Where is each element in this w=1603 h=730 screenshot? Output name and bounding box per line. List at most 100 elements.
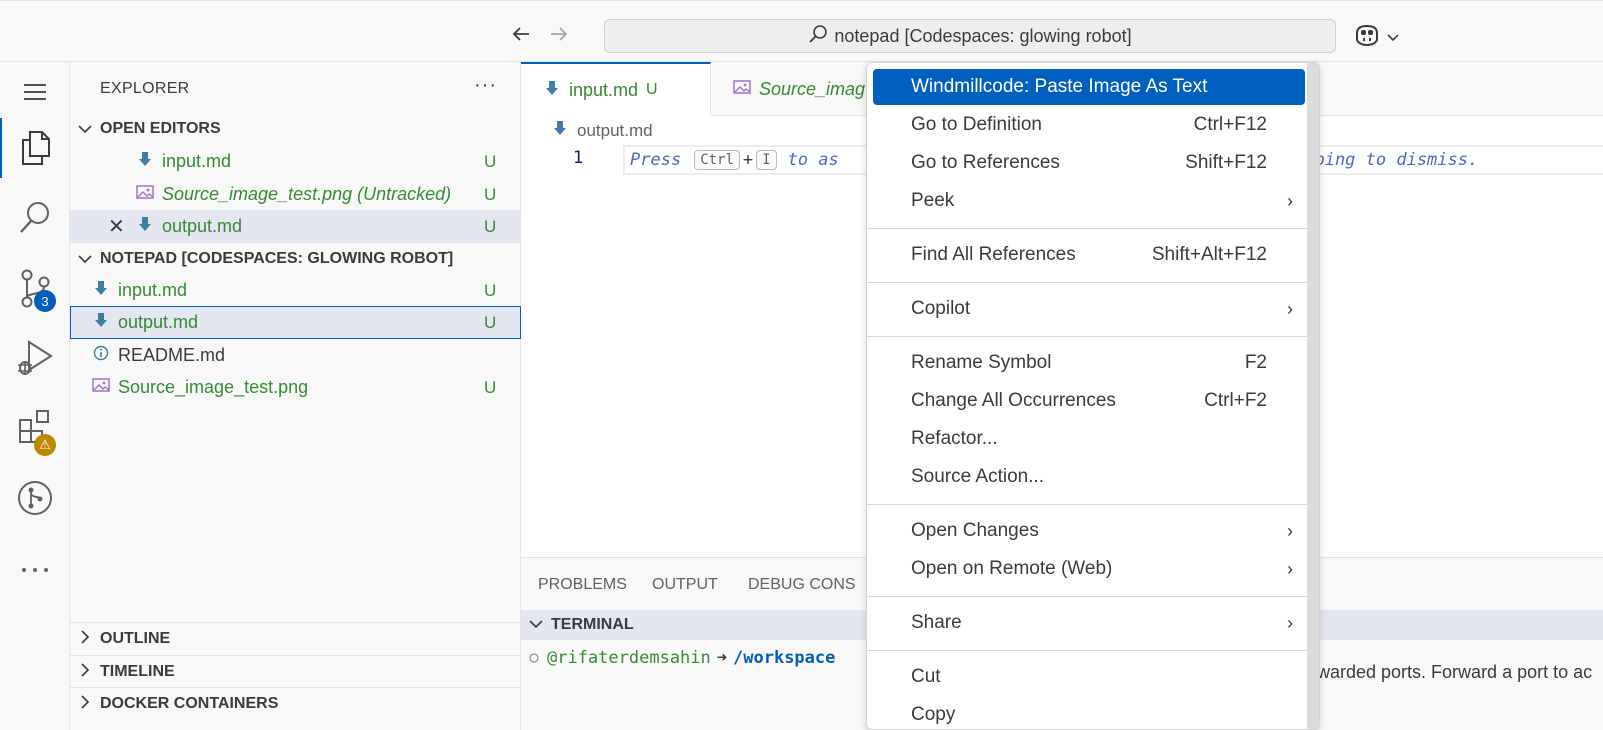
menu-item-cut[interactable]: Cut: [873, 659, 1305, 695]
menu-item-label: Go to References: [911, 152, 1060, 173]
image-file-icon: [92, 377, 110, 398]
menu-item-label: Source Action...: [911, 466, 1045, 487]
search-icon[interactable]: [0, 188, 70, 248]
menu-item-label: Windmillcode: Paste Image As Text: [911, 76, 1208, 97]
open-editors-label: OPEN EDITORS: [100, 120, 221, 137]
tab-debug-console[interactable]: DEBUG CONS: [748, 576, 856, 594]
remote-explorer-icon[interactable]: [0, 468, 70, 528]
workspace-folder-header[interactable]: NOTEPAD [CODESPACES: GLOWING ROBOT]: [70, 243, 521, 275]
chevron-right-icon: ›: [1287, 520, 1293, 541]
run-debug-icon[interactable]: [0, 328, 70, 388]
menu-item-paste-image-as-text[interactable]: Windmillcode: Paste Image As Text: [873, 69, 1305, 105]
close-icon[interactable]: ✕: [108, 214, 136, 239]
tab-output[interactable]: OUTPUT: [652, 576, 718, 594]
breadcrumb-file: output.md: [577, 120, 653, 140]
menu-item-label: Open on Remote (Web): [911, 558, 1113, 579]
explorer-sidebar: EXPLORER ··· OPEN EDITORS input.md U Sou…: [70, 62, 521, 730]
menu-item-shortcut: Shift+Alt+F12: [1151, 244, 1267, 265]
menu-item-share[interactable]: Share ›: [873, 605, 1305, 641]
chevron-right-icon: [70, 629, 100, 648]
menu-item-change-all-occurrences[interactable]: Change All Occurrences Ctrl+F2: [873, 383, 1305, 419]
markdown-file-icon: [543, 80, 561, 101]
outline-label: OUTLINE: [100, 629, 171, 647]
menu-item-peek[interactable]: Peek ›: [873, 183, 1305, 219]
git-status-badge: U: [484, 312, 497, 332]
menu-item-label: Copy: [911, 704, 956, 725]
explorer-title: EXPLORER: [100, 80, 190, 97]
menu-separator: [867, 650, 1307, 651]
menu-item-open-changes[interactable]: Open Changes ›: [873, 513, 1305, 549]
menu-item-label: Find All References: [911, 244, 1076, 265]
chevron-down-icon: [521, 616, 551, 634]
keybinding-i: I: [756, 150, 777, 170]
menu-item-copilot[interactable]: Copilot ›: [873, 291, 1305, 327]
markdown-file-icon: [136, 216, 154, 237]
menu-item-refactor[interactable]: Refactor...: [873, 421, 1305, 457]
extensions-icon[interactable]: ⚠: [0, 398, 70, 458]
file-tree-item-selected[interactable]: output.md U: [70, 306, 521, 339]
file-tree-item[interactable]: Source_image_test.png U: [70, 371, 521, 404]
explorer-files-icon[interactable]: [0, 118, 70, 178]
docker-containers-label: DOCKER CONTAINERS: [100, 694, 279, 712]
source-control-icon[interactable]: 3: [0, 258, 70, 318]
menu-separator: [867, 282, 1307, 283]
chevron-right-icon: ›: [1287, 612, 1293, 633]
activity-bar: 3 ⚠: [0, 62, 70, 730]
chevron-right-icon: ›: [1287, 190, 1293, 211]
markdown-file-icon: [92, 312, 110, 333]
menu-item-copy[interactable]: Copy: [873, 697, 1305, 729]
menu-item-go-to-definition[interactable]: Go to Definition Ctrl+F12: [873, 107, 1305, 143]
more-actions-icon[interactable]: ···: [474, 74, 497, 97]
open-editor-item[interactable]: Source_image_test.png (Untracked) U: [70, 178, 521, 211]
forward-arrow-icon[interactable]: [548, 23, 570, 49]
file-tree-item[interactable]: input.md U: [70, 274, 521, 307]
editor-context-menu: Windmillcode: Paste Image As Text Go to …: [866, 62, 1320, 730]
menu-item-find-all-references[interactable]: Find All References Shift+Alt+F12: [873, 237, 1305, 273]
outline-section-header[interactable]: OUTLINE: [70, 622, 521, 654]
more-icon[interactable]: [0, 540, 70, 600]
menu-item-label: Cut: [911, 666, 941, 687]
open-editors-header[interactable]: OPEN EDITORS: [70, 113, 521, 145]
menu-item-label: Open Changes: [911, 520, 1039, 541]
menu-item-rename-symbol[interactable]: Rename Symbol F2: [873, 345, 1305, 381]
copilot-menu[interactable]: [1353, 23, 1399, 52]
menu-item-shortcut: Ctrl+F2: [1204, 390, 1267, 411]
terminal-arrow: ➜: [716, 648, 728, 668]
image-file-icon: [136, 184, 154, 205]
menu-item-label: Rename Symbol: [911, 352, 1052, 373]
terminal-user: @rifaterdemsahin: [547, 648, 711, 668]
menu-item-source-action[interactable]: Source Action...: [873, 459, 1305, 495]
timeline-section-header[interactable]: TIMELINE: [70, 655, 521, 687]
git-status-badge: U: [484, 216, 497, 236]
terminal-label: TERMINAL: [551, 616, 634, 633]
menu-icon[interactable]: [0, 62, 70, 122]
menu-item-open-on-remote[interactable]: Open on Remote (Web) ›: [873, 551, 1305, 587]
file-name: output.md: [162, 216, 243, 236]
ports-notification-text: warded ports. Forward a port to ac: [1317, 662, 1593, 682]
file-tree-item[interactable]: README.md: [70, 339, 521, 372]
breadcrumb[interactable]: output.md: [551, 120, 653, 141]
terminal-prompt[interactable]: @rifaterdemsahin ➜ /workspace: [529, 648, 835, 668]
file-name: input.md: [162, 151, 232, 171]
command-center-search[interactable]: notepad [Codespaces: glowing robot]: [604, 19, 1336, 53]
menu-item-label: Copilot: [911, 298, 971, 319]
file-name: output.md: [118, 312, 199, 332]
tab-label: input.md: [569, 79, 639, 100]
docker-containers-section-header[interactable]: DOCKER CONTAINERS: [70, 687, 521, 719]
file-name: input.md: [118, 280, 188, 300]
back-arrow-icon[interactable]: [510, 23, 532, 49]
open-editor-item-active[interactable]: ✕ output.md U: [70, 210, 521, 243]
menu-item-shortcut: F2: [1244, 352, 1267, 373]
menu-item-go-to-references[interactable]: Go to References Shift+F12: [873, 145, 1305, 181]
warning-icon: ⚠: [34, 434, 56, 456]
menu-item-label: Peek: [911, 190, 955, 211]
menu-scrollbar[interactable]: [1307, 63, 1319, 729]
markdown-file-icon: [136, 151, 154, 172]
file-name: Source_image_test.png (Untracked): [162, 184, 452, 204]
tab-source-image[interactable]: Source_imag: [711, 62, 891, 116]
menu-item-label: Refactor...: [911, 428, 998, 449]
menu-item-label: Go to Definition: [911, 114, 1042, 135]
open-editor-item[interactable]: input.md U: [70, 145, 521, 178]
tab-problems[interactable]: PROBLEMS: [538, 576, 627, 594]
tab-input-md[interactable]: input.md U: [521, 62, 711, 116]
